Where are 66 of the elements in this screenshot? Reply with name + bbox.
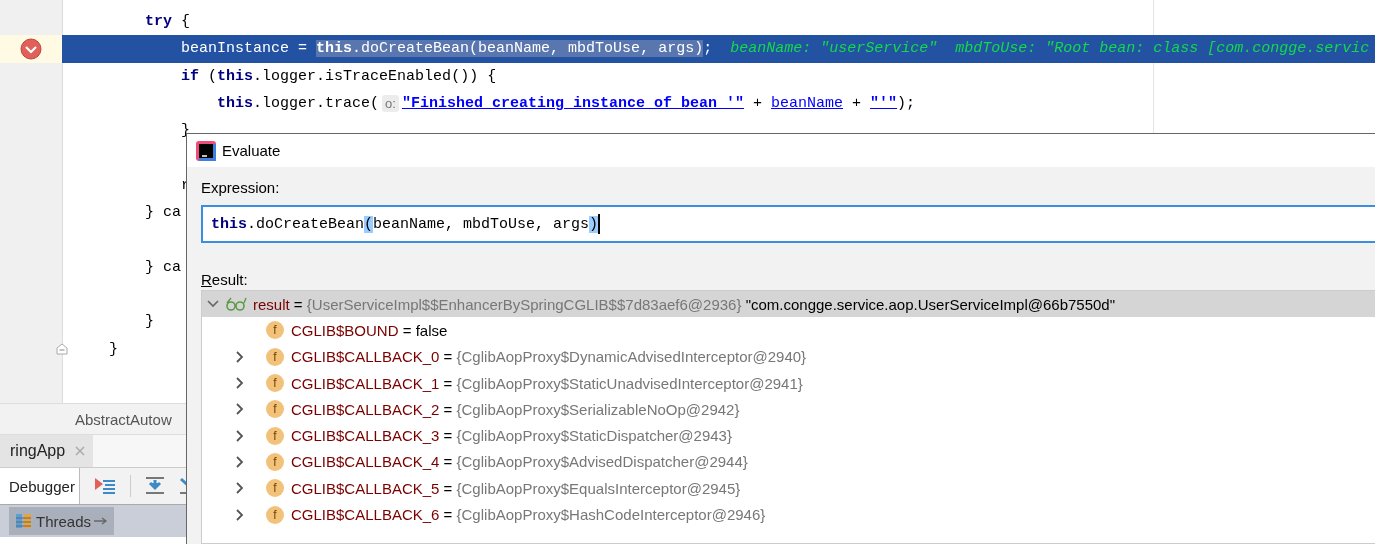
chevron-icon[interactable]	[235, 429, 245, 442]
arrow-icon	[94, 517, 109, 525]
code-keyword: this	[316, 40, 353, 58]
code-text: .logger.trace(	[253, 95, 380, 113]
variable-entry[interactable]: CGLIB$CALLBACK_6 = {CglibAopProxy$HashCodeInterceptor@2946}	[291, 506, 766, 523]
expression-field[interactable]: this.doCreateBean(beanName, mbdToUse, args)	[201, 205, 1375, 243]
threads-icon	[15, 513, 33, 529]
result-label: Result:	[201, 271, 249, 288]
code-text: }	[145, 313, 155, 331]
dialog-title: Evaluate	[222, 142, 281, 159]
debugger-tab[interactable]: Debugger	[0, 468, 80, 504]
code-text: beanInstance =	[181, 40, 309, 58]
code-text: +	[753, 95, 763, 113]
chevron-icon[interactable]	[235, 350, 245, 363]
inline-value-hint: beanName: "userService" mbdToUse: "Root bean: class [com.congge.servic	[730, 40, 1370, 58]
variable-reference[interactable]: beanName	[771, 95, 844, 113]
chevron-icon[interactable]	[235, 403, 245, 416]
breakpoint-icon[interactable]	[20, 37, 42, 60]
variable-entry[interactable]: CGLIB$CALLBACK_5 = {CglibAopProxy$EqualsInterceptor@2945}	[291, 479, 741, 497]
parameter-hint: o:	[382, 95, 399, 113]
code-text: +	[852, 95, 863, 113]
variable-entry[interactable]: CGLIB$CALLBACK_2 = {CglibAopProxy$SerializableNoOp@2942}	[291, 400, 740, 418]
code-keyword: this	[217, 67, 254, 85]
code-text: } ca	[145, 204, 182, 222]
code-keyword: if	[181, 67, 200, 85]
variable-entry[interactable]: CGLIB$CALLBACK_3 = {CglibAopProxy$StaticDispatcher@2943}	[291, 427, 732, 445]
step-over-icon[interactable]	[144, 477, 165, 495]
fold-marker-icon[interactable]	[56, 343, 68, 356]
code-text: .logger.isTraceEnabled()) {	[253, 67, 497, 85]
field-icon: f	[266, 426, 284, 445]
code-text: );	[897, 95, 916, 113]
variable-entry[interactable]: CGLIB$CALLBACK_0 = {CglibAopProxy$DynamicAdvisedInterceptor@2940}	[291, 348, 807, 366]
breadcrumb-tab[interactable]: AbstractAutow	[75, 410, 172, 428]
show-execution-point-icon[interactable]	[93, 477, 116, 495]
code-text: }	[109, 340, 119, 358]
variable-entry[interactable]: CGLIB$BOUND = false	[291, 321, 448, 339]
chevron-icon[interactable]	[235, 455, 245, 468]
field-icon: f	[266, 374, 284, 393]
field-icon: f	[266, 505, 284, 524]
chevron-icon[interactable]	[235, 377, 245, 390]
code-keyword: this	[217, 95, 254, 113]
string-literal[interactable]: "Finished creating instance of bean '"	[401, 95, 744, 113]
variable-entry: result = {UserServiceImpl$$EnhancerBySpringCGLIB$$7d83aef6@2936} "com.congge.service.aop.UserServiceImpl@66b7550d"	[253, 295, 1116, 313]
field-icon: f	[266, 321, 284, 340]
expression-label: Expression:	[201, 179, 281, 196]
session-tab[interactable]: ringApp	[0, 435, 94, 467]
variable-entry[interactable]: CGLIB$CALLBACK_4 = {CglibAopProxy$AdvisedDispatcher@2944}	[291, 453, 748, 471]
string-literal[interactable]: "'"	[870, 95, 898, 113]
field-icon: f	[266, 400, 284, 419]
code-text: } ca	[145, 258, 182, 276]
code-text: .doCreateBean(beanName, mbdToUse, args)	[352, 40, 704, 58]
watch-glasses-icon	[225, 297, 247, 312]
code-text: {	[181, 13, 191, 31]
field-icon: f	[266, 479, 284, 498]
field-icon: f	[266, 452, 284, 471]
code-text: ;	[703, 40, 713, 58]
variable-entry[interactable]: CGLIB$CALLBACK_1 = {CglibAopProxy$StaticUnadvisedInterceptor@2941}	[291, 374, 803, 392]
code-text: (	[208, 67, 218, 85]
result-tree-row[interactable]: result = {UserServiceImpl$$EnhancerBySpringCGLIB$$7d83aef6@2936} "com.congge.service.aop.UserServiceImpl@66b7550d"	[202, 291, 1375, 318]
app-logo-icon	[196, 140, 216, 161]
threads-layout-tab[interactable]: Threads	[9, 507, 115, 535]
chevron-icon[interactable]	[235, 482, 245, 495]
code-text: }	[181, 122, 191, 140]
code-keyword: try	[145, 13, 173, 31]
chevron-icon[interactable]	[235, 508, 245, 521]
field-icon: f	[266, 347, 284, 366]
